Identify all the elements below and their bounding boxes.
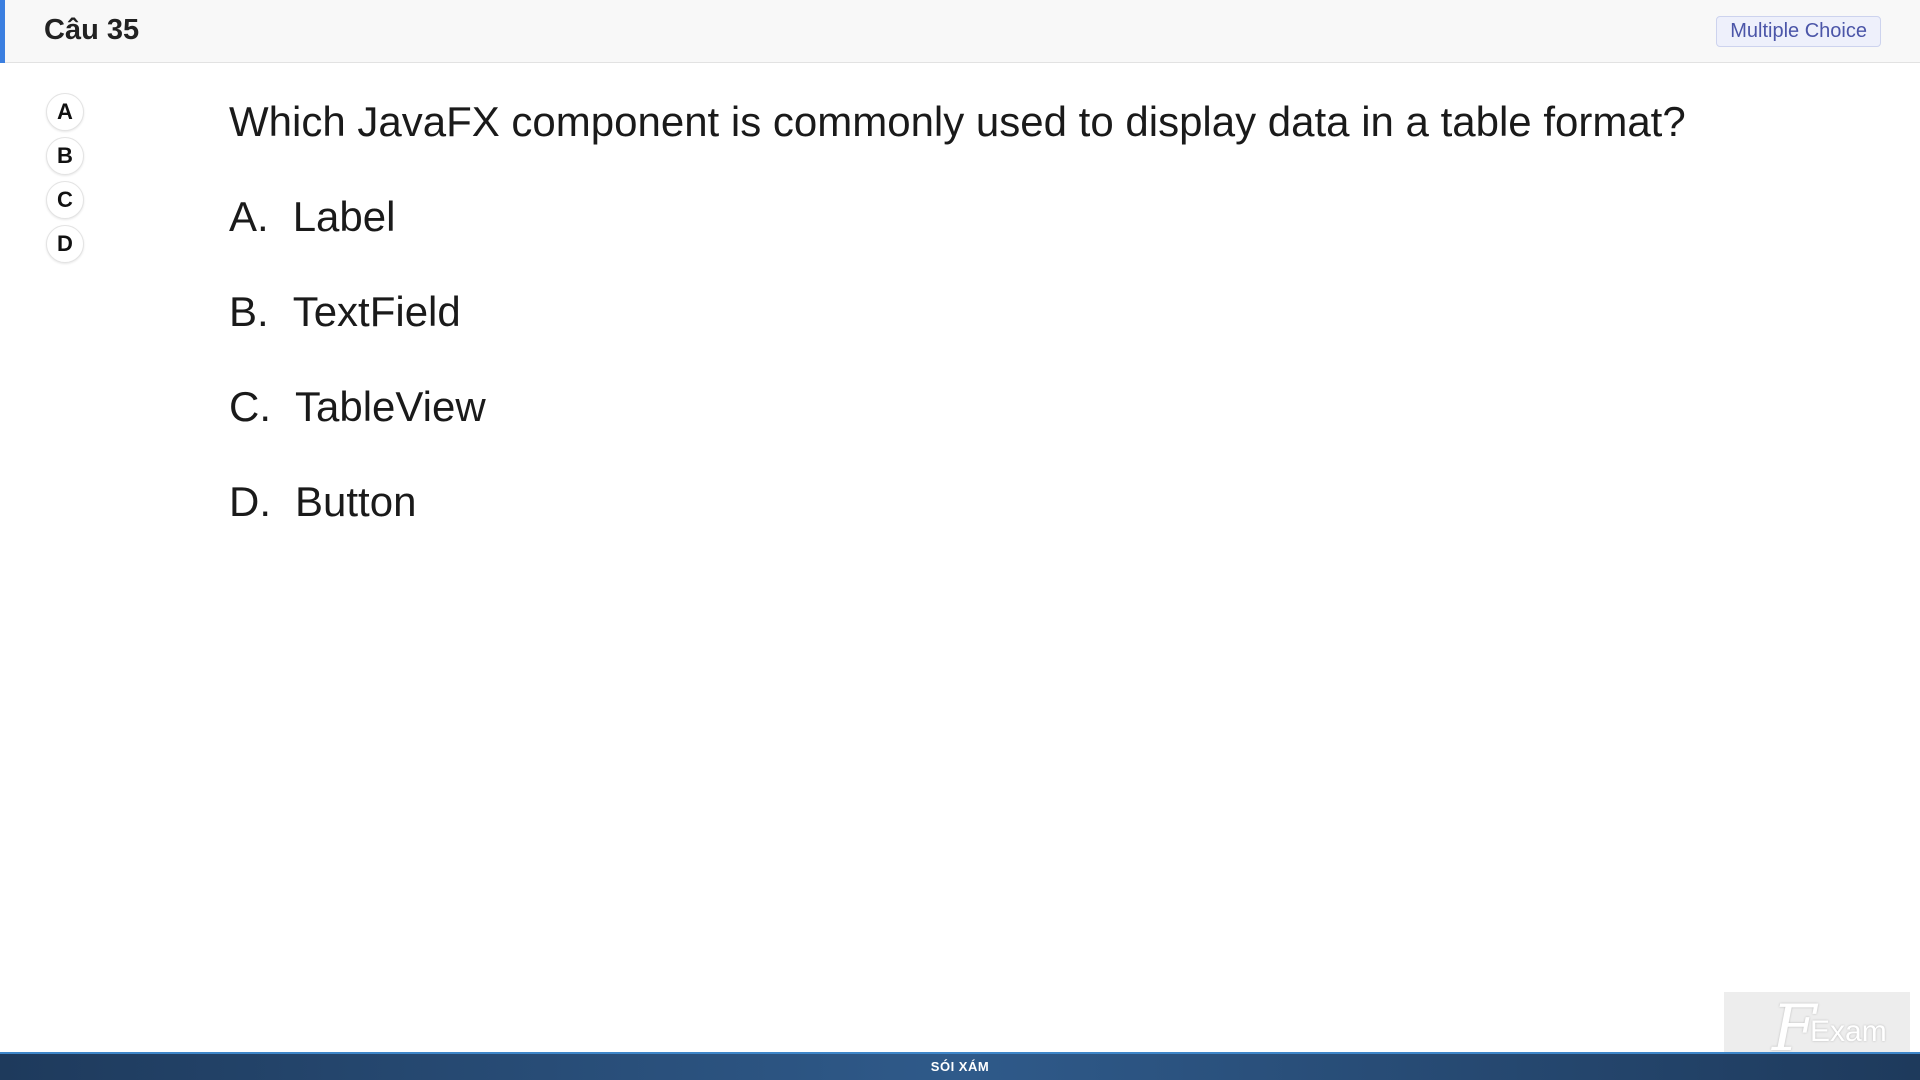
option-c[interactable]: C. TableView xyxy=(229,380,1789,434)
answer-button-b[interactable]: B xyxy=(46,137,84,175)
logo-text: Exam xyxy=(1810,1015,1887,1048)
option-text: TableView xyxy=(295,383,486,430)
option-letter: B. xyxy=(229,288,269,335)
answer-button-c[interactable]: C xyxy=(46,181,84,219)
option-a[interactable]: A. Label xyxy=(229,190,1789,244)
answer-button-a[interactable]: A xyxy=(46,93,84,131)
option-b[interactable]: B. TextField xyxy=(229,285,1789,339)
answer-picker: A B C D xyxy=(46,93,86,269)
footer-label: SÓI XÁM xyxy=(930,1059,990,1074)
question-text: Which JavaFX component is commonly used … xyxy=(229,98,1686,145)
question-header: Câu 35 Multiple Choice xyxy=(0,0,1920,63)
option-letter: D. xyxy=(229,478,271,525)
footer-bar: SÓI XÁM xyxy=(0,1052,1920,1080)
question-type-badge: Multiple Choice xyxy=(1716,16,1881,47)
answer-button-d[interactable]: D xyxy=(46,225,84,263)
option-text: TextField xyxy=(292,288,461,335)
question-number: Câu 35 xyxy=(44,14,140,46)
option-d[interactable]: D. Button xyxy=(229,475,1789,529)
option-letter: C. xyxy=(229,383,271,430)
option-letter: A. xyxy=(229,193,269,240)
option-text: Button xyxy=(295,478,417,525)
header-accent-bar xyxy=(0,0,5,63)
question-content: Which JavaFX component is commonly used … xyxy=(229,95,1789,570)
option-text: Label xyxy=(292,193,396,240)
